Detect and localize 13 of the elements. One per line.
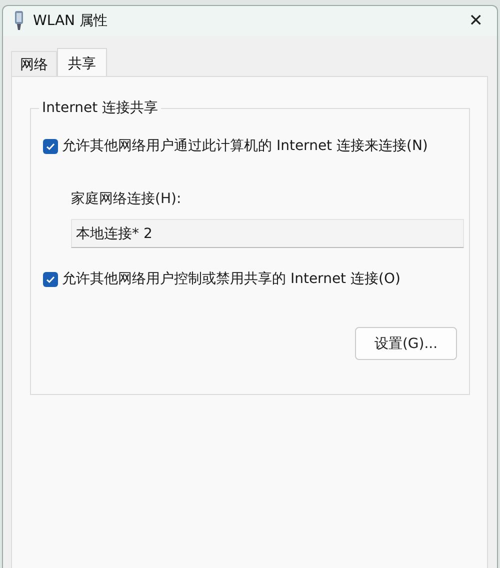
group-title: Internet 连接共享	[39, 99, 162, 117]
network-adapter-icon	[13, 11, 25, 31]
window-title: WLAN 属性	[33, 12, 108, 30]
field-label: 家庭网络连接(H):	[71, 190, 182, 208]
checkbox-label[interactable]: 允许其他网络用户控制或禁用共享的 Internet 连接(O)	[62, 270, 400, 288]
checkbox[interactable]	[43, 138, 58, 154]
tab[interactable]: 共享	[57, 48, 107, 76]
settings-button[interactable]: 设置(G)...	[355, 327, 457, 360]
tab[interactable]: 网络	[11, 51, 57, 76]
checkbox[interactable]	[43, 272, 58, 286]
input-field[interactable]: 本地连接* 2	[71, 219, 464, 248]
close-button[interactable]: ✕	[464, 11, 487, 31]
checkbox-label[interactable]: 允许其他网络用户通过此计算机的 Internet 连接来连接(N)	[62, 137, 428, 155]
